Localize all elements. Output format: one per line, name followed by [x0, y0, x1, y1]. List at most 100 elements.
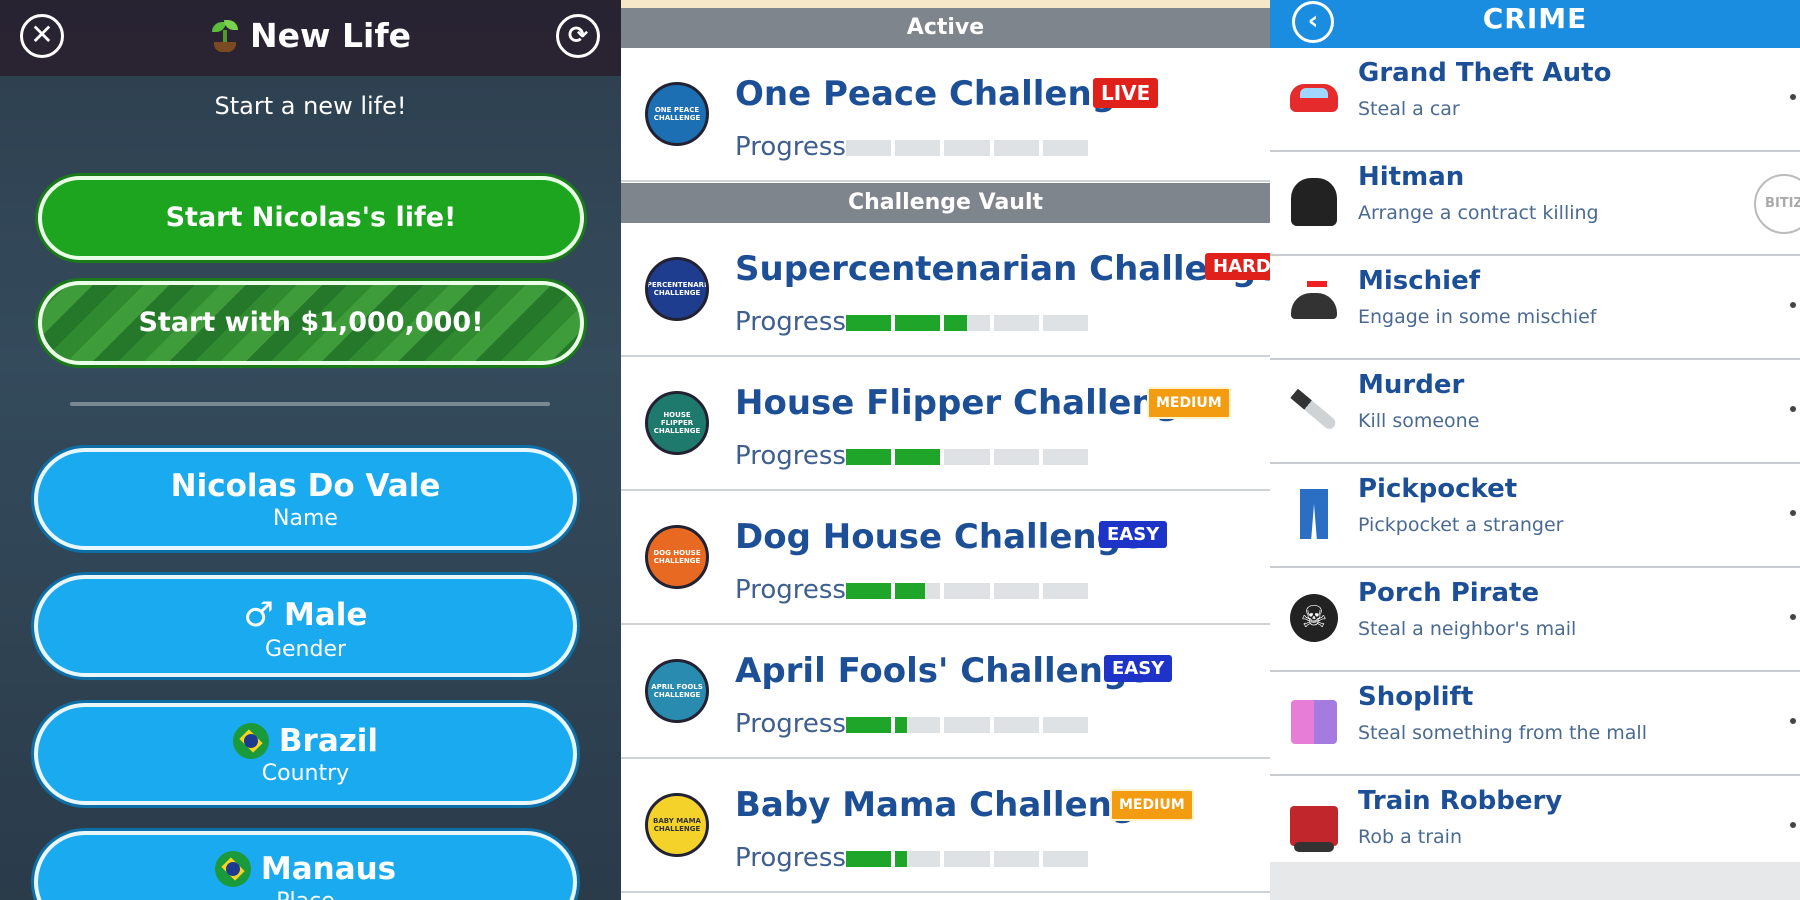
progress-segment: [846, 140, 892, 156]
crime-item-hitman[interactable]: Hitman Arrange a contract killing BITIZ: [1270, 152, 1800, 256]
propeller-cap-icon: [1288, 280, 1340, 332]
dot-icon: [1790, 94, 1796, 100]
progress-segment: [846, 583, 892, 599]
crime-item-title: Mischief: [1358, 266, 1481, 296]
challenge-row[interactable]: APRIL FOOLS CHALLENGE April Fools' Chall…: [621, 625, 1270, 759]
progress-label: Progress: [735, 843, 846, 873]
divider: [70, 402, 550, 406]
crime-item-desc: Kill someone: [1358, 410, 1480, 432]
crime-header: CRIME ‹: [1270, 0, 1800, 50]
gender-field-button[interactable]: ♂ Male Gender: [34, 575, 577, 677]
challenge-title: House Flipper Challenge: [735, 383, 1204, 423]
progress-segment: [895, 583, 941, 599]
crime-item-desc: Arrange a contract killing: [1358, 202, 1599, 224]
progress-segment: [895, 140, 941, 156]
crime-item-desc: Steal a neighbor's mail: [1358, 618, 1577, 640]
progress-segment: [1042, 717, 1089, 733]
progress-bar: [846, 583, 1089, 599]
car-icon: [1288, 72, 1340, 124]
new-life-subtitle: Start a new life!: [214, 92, 407, 120]
progress-segment: [1042, 140, 1089, 156]
shopping-bags-icon: [1288, 696, 1340, 748]
skull-crossbones-icon: ☠: [1288, 592, 1340, 644]
progress-label: Progress: [735, 132, 846, 162]
progress-label: Progress: [735, 709, 846, 739]
crime-item-title: Train Robbery: [1358, 786, 1563, 816]
one-peace-challenge-badge-icon: ONE PEACE CHALLENGE: [645, 82, 709, 146]
crime-item-shoplift[interactable]: Shoplift Steal something from the mall: [1270, 672, 1800, 776]
challenge-title: Dog House Challenge: [735, 517, 1144, 557]
new-life-header: ✕ New Life ⟳: [0, 0, 621, 76]
train-icon: [1288, 800, 1340, 852]
easy-tag: EASY: [1104, 655, 1173, 682]
dot-icon: [1790, 406, 1796, 412]
challenge-row[interactable]: SUPERCENTENARIAN CHALLENGE Supercentenar…: [621, 223, 1270, 357]
challenge-row[interactable]: DOG HOUSE CHALLENGE Dog House Challenge …: [621, 491, 1270, 625]
challenge-row[interactable]: HOUSE FLIPPER CHALLENGE House Flipper Ch…: [621, 357, 1270, 491]
progress-bar: [846, 851, 1089, 867]
progress-segment: [993, 717, 1039, 733]
crime-item-title: Pickpocket: [1358, 474, 1518, 504]
challenge-row[interactable]: ONE PEACE CHALLENGE One Peace Challenge …: [621, 48, 1270, 182]
progress-label: Progress: [735, 441, 846, 471]
progress-label: Progress: [735, 307, 846, 337]
progress-segment: [944, 315, 990, 331]
progress-segment: [846, 315, 892, 331]
challenges-panel: Active ONE PEACE CHALLENGE One Peace Cha…: [621, 0, 1270, 900]
hitman-icon: [1288, 176, 1340, 228]
new-life-title: New Life: [250, 16, 412, 55]
crime-item-grand-theft-auto[interactable]: Grand Theft Auto Steal a car: [1270, 48, 1800, 152]
medium-tag: MEDIUM: [1147, 387, 1231, 419]
start-with-million-button[interactable]: Start with $1,000,000!: [38, 281, 584, 365]
progress-segment: [1042, 315, 1089, 331]
crime-item-desc: Rob a train: [1358, 826, 1462, 848]
progress-segment: [944, 851, 990, 867]
start-life-button[interactable]: Start Nicolas's life!: [38, 176, 584, 260]
progress-bar: [846, 315, 1089, 331]
progress-segment: [1042, 583, 1089, 599]
refresh-icon[interactable]: ⟳: [556, 14, 600, 58]
place-field-button[interactable]: Manaus Place: [34, 831, 577, 900]
progress-segment: [944, 717, 990, 733]
dot-icon: [1790, 822, 1796, 828]
crime-item-desc: Engage in some mischief: [1358, 306, 1597, 328]
live-tag: LIVE: [1093, 78, 1159, 108]
progress-segment: [1042, 449, 1089, 465]
house-flipper-challenge-badge-icon: HOUSE FLIPPER CHALLENGE: [645, 391, 709, 455]
country-label: Country: [261, 761, 350, 786]
progress-segment: [895, 449, 941, 465]
crime-item-title: Hitman: [1358, 162, 1465, 192]
dog-house-challenge-badge-icon: DOG HOUSE CHALLENGE: [645, 525, 709, 589]
back-icon[interactable]: ‹: [1292, 1, 1334, 43]
progress-segment: [993, 851, 1039, 867]
crime-item-desc: Steal a car: [1358, 98, 1460, 120]
place-value: Manaus: [260, 851, 397, 887]
progress-segment: [993, 449, 1039, 465]
progress-segment: [846, 717, 892, 733]
crime-item-pickpocket[interactable]: Pickpocket Pickpocket a stranger: [1270, 464, 1800, 568]
sprout-icon: [210, 18, 240, 54]
country-value: Brazil: [278, 723, 379, 759]
brazil-flag-icon: [214, 851, 251, 887]
close-icon[interactable]: ✕: [20, 14, 64, 58]
crime-item-porch-pirate[interactable]: ☠ Porch Pirate Steal a neighbor's mail: [1270, 568, 1800, 672]
crime-item-desc: Pickpocket a stranger: [1358, 514, 1564, 536]
place-label: Place: [38, 889, 573, 900]
progress-segment: [895, 315, 941, 331]
april-fools-challenge-badge-icon: APRIL FOOLS CHALLENGE: [645, 659, 709, 723]
crime-title: CRIME: [1482, 2, 1588, 35]
gender-value: Male: [284, 597, 368, 633]
progress-bar: [846, 449, 1089, 465]
name-field-button[interactable]: Nicolas Do Vale Name: [34, 448, 577, 550]
challenge-row[interactable]: BABY MAMA CHALLENGE Baby Mama Challenge …: [621, 759, 1270, 893]
new-life-panel: ✕ New Life ⟳ Start a new life! Start Nic…: [0, 0, 621, 900]
name-label: Name: [273, 506, 338, 531]
crime-item-mischief[interactable]: Mischief Engage in some mischief: [1270, 256, 1800, 360]
country-field-button[interactable]: Brazil Country: [34, 703, 577, 805]
crime-item-murder[interactable]: Murder Kill someone: [1270, 360, 1800, 464]
medium-tag: MEDIUM: [1110, 789, 1194, 821]
baby-mama-challenge-badge-icon: BABY MAMA CHALLENGE: [645, 793, 709, 857]
new-life-title-group: New Life: [210, 16, 411, 55]
progress-segment: [993, 140, 1039, 156]
knife-icon: [1288, 384, 1340, 436]
